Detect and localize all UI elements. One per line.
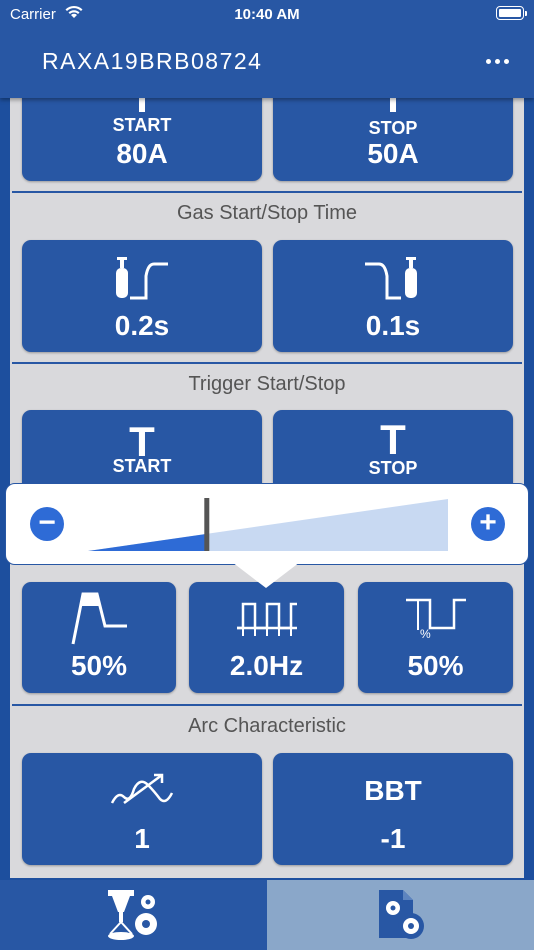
start-current-value: 80A <box>116 138 168 169</box>
slider-thumb <box>204 498 210 551</box>
status-bar: Carrier 10:40 AM <box>0 0 534 30</box>
navigation-bar: Carrier 10:40 AM RAXA19BRB08724 <box>0 0 534 98</box>
gas-stop-value: 0.1s <box>365 310 421 341</box>
trigger-section-title: Trigger Start/Stop <box>188 373 346 395</box>
arc-characteristic-tile[interactable]: 1 <box>22 753 262 865</box>
pulse-duty-value: 50% <box>407 650 464 681</box>
gas-start-icon <box>116 257 168 300</box>
pulse-frequency-value: 2.0Hz <box>229 650 304 681</box>
stop-current-tile[interactable]: STOP 50A <box>273 98 513 181</box>
page-title: RAXA19BRB08724 <box>42 48 263 74</box>
bbt-value: -1 <box>380 823 406 854</box>
trigger-stop-letter: T <box>380 416 406 463</box>
document-settings-icon <box>379 890 424 939</box>
welding-settings-icon <box>108 890 157 940</box>
pulse-peak-icon <box>71 592 127 645</box>
divider <box>12 191 522 193</box>
pulse-peak-tile[interactable]: 50% <box>22 582 176 693</box>
slider-fill <box>88 533 207 551</box>
value-slider-popup: − + <box>5 483 529 565</box>
pulse-duty-tile[interactable]: % 50% <box>358 582 513 693</box>
pulse-duty-icon: % <box>406 598 466 638</box>
trigger-stop-label: STOP <box>368 458 418 478</box>
more-icon[interactable] <box>486 53 510 69</box>
status-time: 10:40 AM <box>234 6 300 23</box>
stop-current-label: STOP <box>368 118 418 138</box>
stop-current-value: 50A <box>367 138 419 169</box>
battery-icon <box>496 6 527 20</box>
divider <box>12 704 522 706</box>
value-slider[interactable] <box>86 496 450 556</box>
gas-start-value: 0.2s <box>114 310 170 341</box>
pulse-frequency-icon <box>237 602 297 636</box>
stop-current-icon <box>390 98 396 112</box>
popup-pointer <box>232 562 300 588</box>
arc-section-title: Arc Characteristic <box>188 715 346 737</box>
decrease-button[interactable]: − <box>30 507 64 541</box>
bbt-tile[interactable]: BBT -1 <box>273 753 513 865</box>
duty-percent-symbol: % <box>420 627 431 638</box>
pulse-frequency-tile[interactable]: 2.0Hz <box>189 582 344 693</box>
trigger-start-label: START <box>112 456 172 476</box>
bbt-label: BBT <box>364 775 422 806</box>
gas-stop-icon <box>365 257 417 300</box>
gas-start-tile[interactable]: 0.2s <box>22 240 262 352</box>
arc-characteristic-value: 1 <box>134 823 150 854</box>
start-current-tile[interactable]: START 80A <box>22 98 262 181</box>
gas-section-title: Gas Start/Stop Time <box>176 202 358 224</box>
divider <box>12 362 522 364</box>
pulse-peak-value: 50% <box>70 650 128 681</box>
gas-stop-tile[interactable]: 0.1s <box>273 240 513 352</box>
tab-welding-settings[interactable] <box>0 880 267 950</box>
start-current-icon <box>139 98 145 112</box>
tab-bar <box>0 878 534 950</box>
start-current-label: START <box>112 115 172 135</box>
arc-characteristic-icon <box>110 773 174 805</box>
increase-button[interactable]: + <box>471 507 505 541</box>
tab-document-settings[interactable] <box>267 880 534 950</box>
